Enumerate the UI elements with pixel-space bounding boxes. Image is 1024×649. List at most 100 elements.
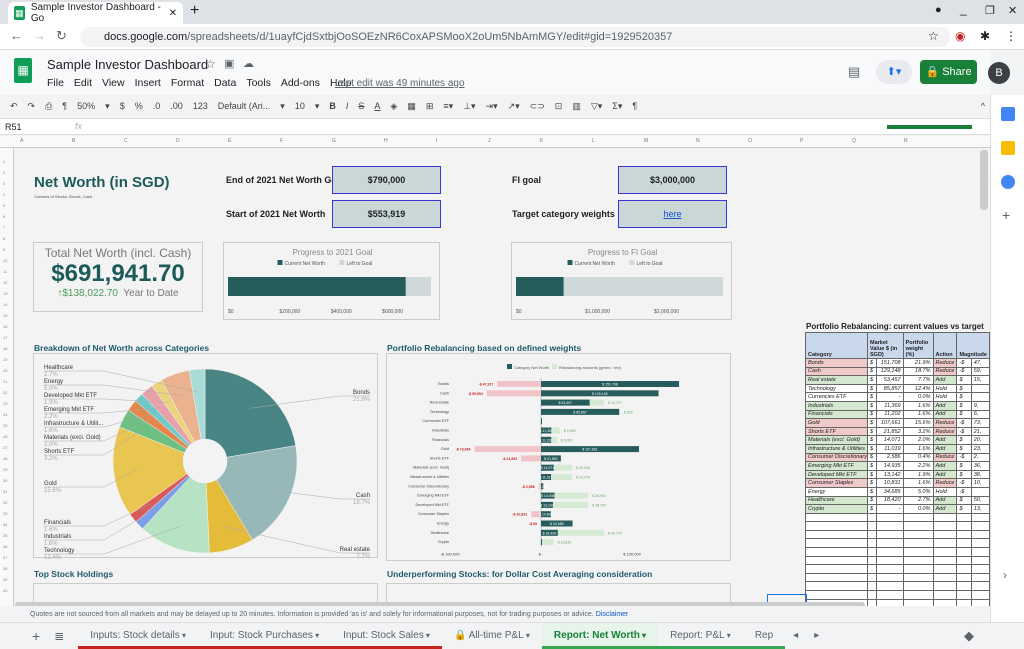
table-cell[interactable]: -$ — [957, 359, 971, 368]
table-cell[interactable] — [903, 530, 933, 539]
table-cell[interactable]: $ — [957, 401, 971, 410]
column-header[interactable]: A — [20, 138, 23, 144]
table-cell[interactable]: Reduce — [933, 427, 957, 436]
table-cell[interactable]: 3.2% — [903, 427, 933, 436]
table-cell[interactable]: $ — [957, 393, 971, 402]
borders-icon[interactable]: ▦ — [407, 101, 416, 112]
table-cell[interactable]: Add — [933, 436, 957, 445]
table-cell[interactable] — [933, 548, 957, 557]
sheet-tab[interactable]: 🔒 All-time P&L ▾ — [442, 623, 542, 649]
table-cell[interactable] — [957, 582, 971, 591]
column-header[interactable]: J — [488, 138, 491, 144]
table-cell[interactable]: -$ — [957, 487, 971, 496]
name-box[interactable]: R51 — [5, 122, 22, 132]
table-cell[interactable]: 7.7% — [903, 376, 933, 385]
table-cell[interactable] — [971, 539, 989, 548]
table-cell[interactable]: $ — [868, 359, 877, 368]
table-cell[interactable] — [971, 548, 989, 557]
table-cell[interactable] — [876, 582, 903, 591]
row-header[interactable]: 36 — [3, 544, 7, 549]
all-sheets-icon[interactable]: ≣ — [50, 629, 78, 643]
table-cell[interactable]: $ — [868, 470, 877, 479]
row-header[interactable]: 15 — [3, 313, 7, 318]
doc-title[interactable]: Sample Investor Dashboard — [47, 57, 208, 72]
table-cell[interactable] — [903, 522, 933, 531]
table-cell[interactable]: $ — [868, 479, 877, 488]
table-cell[interactable] — [806, 591, 868, 600]
table-cell[interactable] — [876, 591, 903, 600]
table-cell[interactable]: 11,369 — [876, 401, 903, 410]
table-cell[interactable] — [971, 522, 989, 531]
disclaimer-link[interactable]: Disclaimer — [596, 611, 629, 618]
sheet-menu-chevron-icon[interactable]: ▾ — [524, 631, 530, 640]
menu-file[interactable]: File — [47, 77, 64, 89]
table-cell[interactable] — [933, 522, 957, 531]
column-header[interactable]: Q — [852, 138, 856, 144]
horizontal-scrollbar[interactable] — [15, 602, 865, 606]
row-header[interactable]: 11 — [3, 269, 7, 274]
minimize-icon[interactable]: _ — [960, 2, 967, 16]
table-cell[interactable]: Add — [933, 376, 957, 385]
table-cell[interactable] — [933, 513, 957, 522]
table-cell[interactable]: Energy — [806, 487, 868, 496]
url-input[interactable]: docs.google.com/spreadsheets/d/1uayfCjdS… — [80, 27, 950, 47]
menu-format[interactable]: Format — [171, 77, 204, 89]
table-cell[interactable]: 1.9% — [903, 470, 933, 479]
table-cell[interactable] — [903, 599, 933, 606]
table-cell[interactable] — [903, 582, 933, 591]
sheet-menu-chevron-icon[interactable]: ▾ — [424, 631, 430, 640]
row-header[interactable]: 2 — [3, 170, 5, 175]
redo-icon[interactable]: ↷ — [28, 101, 36, 112]
increase-decimal-button[interactable]: .00 — [170, 101, 183, 111]
table-cell[interactable] — [876, 556, 903, 565]
table-cell[interactable]: Developed Mkt ETF — [806, 470, 868, 479]
table-cell[interactable]: Currencies ETF — [806, 393, 868, 402]
table-cell[interactable] — [876, 539, 903, 548]
menu-edit[interactable]: Edit — [74, 77, 92, 89]
collapse-toolbar-icon[interactable]: ^ — [981, 101, 985, 111]
column-header[interactable]: R — [904, 138, 908, 144]
column-header[interactable]: H — [384, 138, 388, 144]
table-cell[interactable]: $ — [868, 376, 877, 385]
table-cell[interactable]: 14,935 — [876, 462, 903, 471]
table-cell[interactable] — [971, 565, 989, 574]
start-cell[interactable]: $553,919 — [332, 200, 441, 228]
table-cell[interactable]: $ — [868, 384, 877, 393]
row-header[interactable]: 28 — [3, 456, 7, 461]
scroll-tabs-left-icon[interactable]: ◂ — [785, 630, 806, 641]
table-cell[interactable]: 59, — [971, 367, 989, 376]
table-cell[interactable]: Healthcare — [806, 496, 868, 505]
table-cell[interactable]: Add — [933, 444, 957, 453]
column-header[interactable]: B — [72, 138, 75, 144]
table-cell[interactable] — [933, 539, 957, 548]
row-header[interactable]: 30 — [3, 478, 7, 483]
avatar[interactable]: B — [988, 62, 1010, 84]
table-cell[interactable]: 73, — [971, 419, 989, 428]
table-cell[interactable] — [957, 556, 971, 565]
chart-icon[interactable]: ▥ — [572, 101, 581, 112]
table-cell[interactable] — [806, 556, 868, 565]
table-cell[interactable] — [933, 591, 957, 600]
row-header[interactable]: 17 — [3, 335, 7, 340]
rtl-icon[interactable]: ¶ — [632, 101, 637, 111]
table-cell[interactable] — [933, 573, 957, 582]
table-cell[interactable]: $ — [957, 384, 971, 393]
table-cell[interactable] — [876, 513, 903, 522]
table-cell[interactable] — [957, 530, 971, 539]
table-cell[interactable] — [868, 548, 877, 557]
row-header[interactable]: 12 — [3, 280, 7, 285]
table-cell[interactable] — [876, 522, 903, 531]
table-cell[interactable]: $ — [957, 462, 971, 471]
sheet-tab[interactable]: Input: Stock Purchases ▾ — [198, 623, 331, 649]
table-cell[interactable]: $ — [957, 496, 971, 505]
table-cell[interactable] — [806, 513, 868, 522]
table-cell[interactable]: 47, — [971, 359, 989, 368]
sheet-menu-chevron-icon[interactable]: ▾ — [180, 631, 186, 640]
comments-icon[interactable]: ▤ — [848, 64, 860, 80]
bookmark-star-icon[interactable]: ☆ — [928, 29, 939, 43]
bold-button[interactable]: B — [329, 101, 336, 111]
profile-icon[interactable]: ● — [935, 4, 942, 16]
table-cell[interactable] — [957, 573, 971, 582]
table-cell[interactable] — [876, 530, 903, 539]
table-cell[interactable]: Crypto — [806, 505, 868, 514]
